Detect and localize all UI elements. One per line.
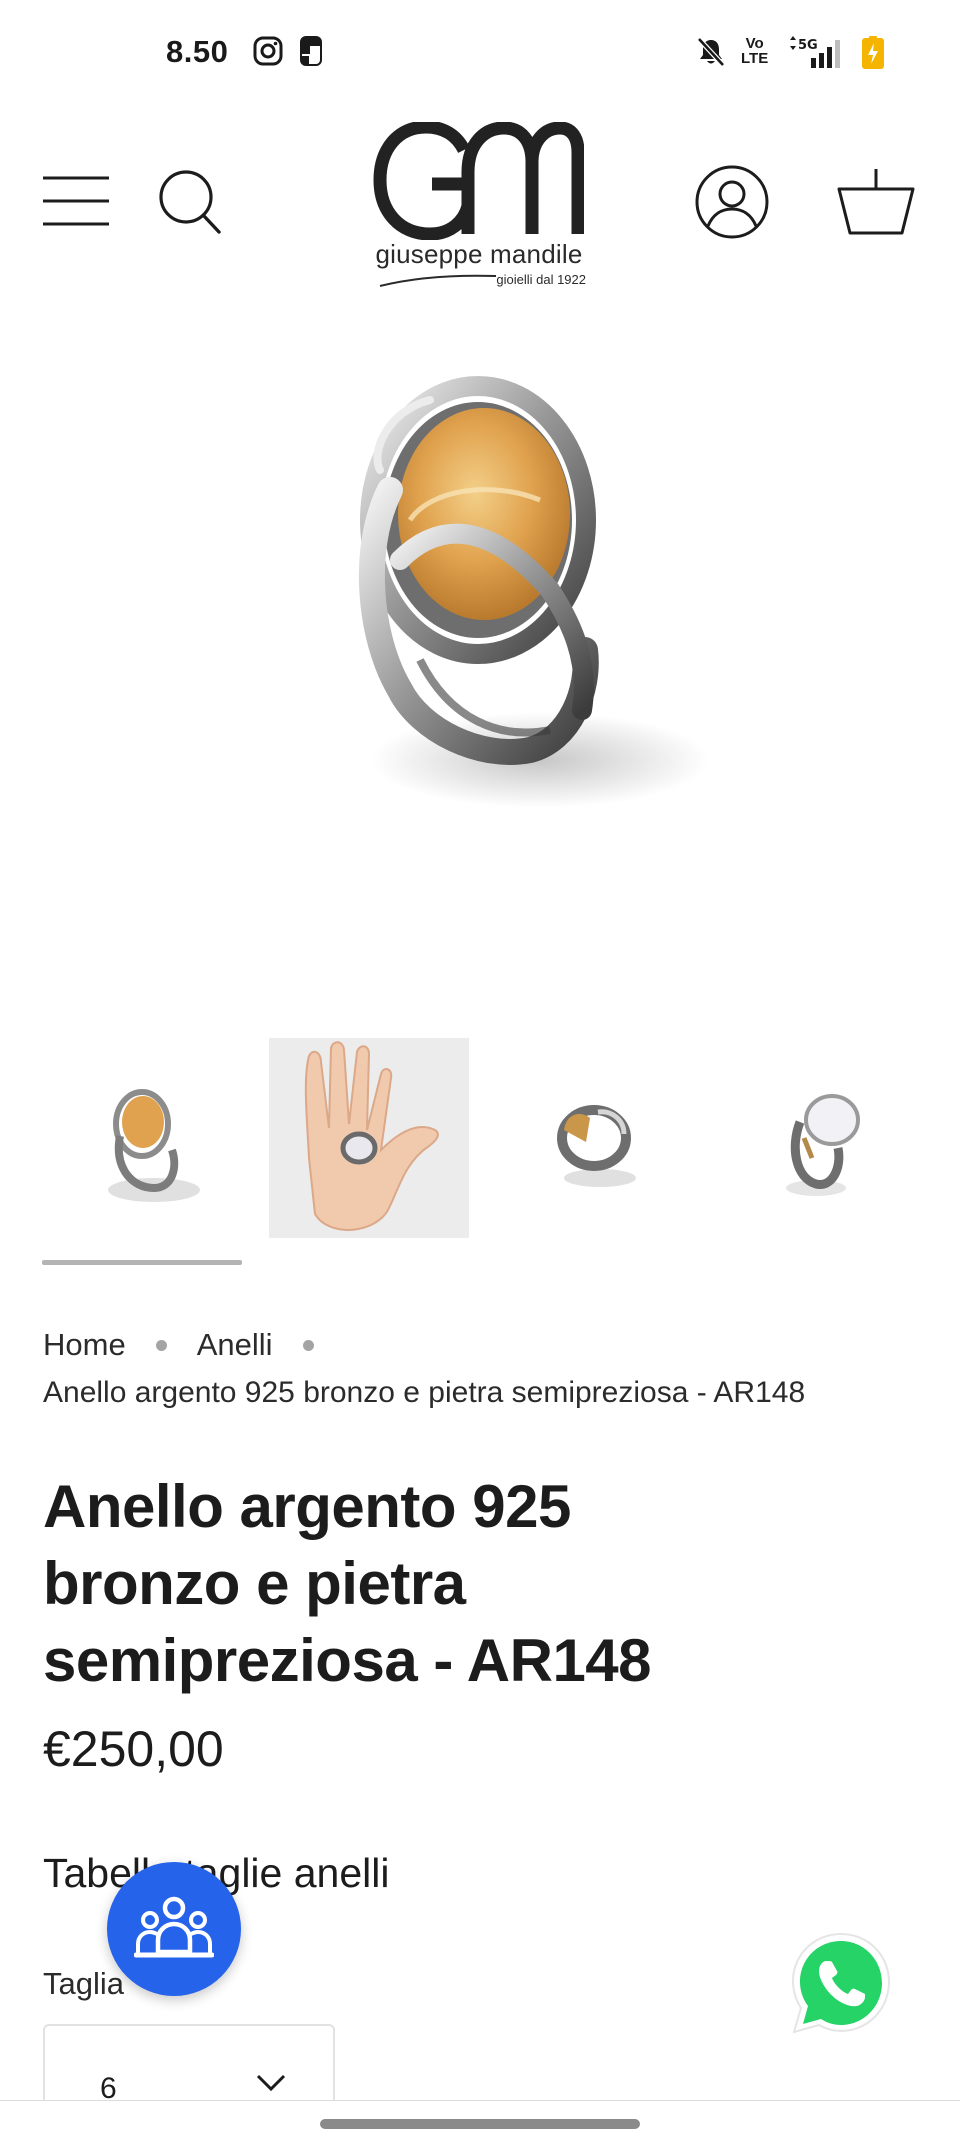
notifications-muted-icon — [697, 37, 725, 67]
menu-button[interactable] — [38, 170, 114, 232]
menu-icon — [43, 176, 109, 226]
breadcrumb-category[interactable]: Anelli — [197, 1322, 273, 1368]
ring-photo — [358, 376, 710, 808]
thumbnail-ring-front — [108, 1089, 200, 1202]
status-time: 8.50 — [166, 34, 229, 69]
signal-icon: 5G — [790, 36, 840, 68]
volte-top-label: Vo — [745, 35, 764, 52]
people-group-icon — [134, 1896, 214, 1958]
product-title-line: semipreziosa - AR148 — [43, 1627, 652, 1694]
gm-monogram — [373, 122, 584, 240]
gallery-scroll-indicator — [42, 1260, 242, 1265]
thumbnail-hand — [304, 1041, 439, 1231]
whatsapp-icon — [791, 1932, 891, 2034]
breadcrumb-home[interactable]: Home — [43, 1322, 126, 1368]
product-title-line: bronzo e pietra — [43, 1550, 466, 1617]
instagram-icon — [253, 36, 283, 66]
volte-indicator: Vo LTE — [741, 36, 768, 66]
cart-icon — [837, 169, 915, 235]
flipboard-icon — [300, 36, 322, 66]
breadcrumb-links: Home Anelli — [43, 1322, 933, 1368]
cart-button[interactable] — [834, 162, 918, 242]
breadcrumb-current: Anello argento 925 bronzo e pietra semip… — [43, 1376, 806, 1409]
gesture-handle[interactable] — [320, 2119, 640, 2129]
thumbnail-ring-side — [557, 1105, 636, 1187]
breadcrumb-separator — [302, 1339, 314, 1351]
brand-logo[interactable]: giuseppe mandile gioielli dal 1922 — [366, 122, 592, 292]
brand-tagline: gioielli dal 1922 — [496, 272, 586, 287]
thumbnail-3[interactable] — [494, 1038, 694, 1238]
product-title: Anello argento 925 bronzo e pietra semip… — [43, 1468, 763, 1699]
network-type-label: 5G — [798, 38, 818, 53]
account-icon — [695, 165, 769, 239]
community-button[interactable] — [107, 1862, 241, 1996]
status-bar: 8.50 Vo LTE 5G — [0, 0, 960, 110]
search-button[interactable] — [156, 168, 224, 236]
thumbnail-4[interactable] — [720, 1038, 920, 1238]
breadcrumb: Home Anelli Anello argento 925 bronzo e … — [43, 1322, 933, 1416]
product-price: €250,00 — [43, 1721, 224, 1777]
chevron-down-icon — [256, 2074, 286, 2092]
site-header: giuseppe mandile gioielli dal 1922 — [0, 110, 960, 300]
thumbnail-ring-pearl — [786, 1094, 860, 1196]
product-title-line: Anello argento 925 — [43, 1473, 571, 1540]
search-icon — [159, 170, 221, 234]
brand-name: giuseppe mandile — [375, 239, 583, 269]
account-button[interactable] — [692, 162, 772, 242]
battery-charging-icon — [862, 36, 884, 69]
logo-swoosh — [379, 274, 497, 287]
thumbnail-strip — [0, 1038, 960, 1265]
thumbnail-2[interactable] — [269, 1038, 469, 1238]
size-label: Taglia — [43, 1966, 124, 2001]
whatsapp-button[interactable] — [786, 1928, 896, 2038]
breadcrumb-separator — [155, 1339, 167, 1351]
system-navigation-bar — [0, 2100, 960, 2144]
product-main-image[interactable] — [300, 360, 720, 840]
thumbnail-1[interactable] — [42, 1038, 242, 1238]
volte-bottom-label: LTE — [741, 50, 769, 67]
